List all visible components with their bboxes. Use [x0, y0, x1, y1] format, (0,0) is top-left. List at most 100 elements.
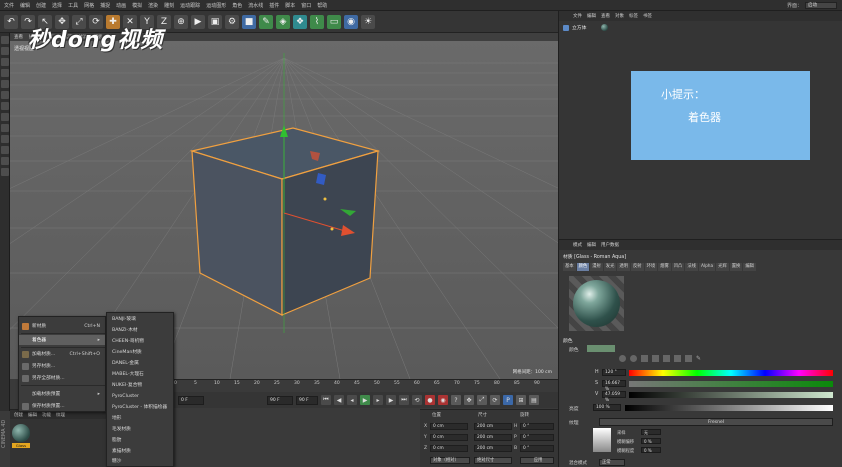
rotation-key-icon[interactable]: ⟳: [490, 395, 500, 405]
material-tag-icon[interactable]: [601, 24, 608, 31]
autokey-icon[interactable]: ◉: [438, 395, 448, 405]
floor-icon[interactable]: ▭: [327, 14, 341, 29]
material-menu-edit[interactable]: 编辑: [28, 412, 37, 418]
hue-slider[interactable]: [629, 370, 833, 376]
menu-animate[interactable]: 动画: [116, 2, 126, 9]
menu-tools[interactable]: 工具: [68, 2, 78, 9]
submenu-item[interactable]: CineMan材质: [107, 348, 173, 358]
saturation-field[interactable]: 16.667 %: [602, 380, 626, 392]
menu-item-shader[interactable]: 着色器 ▸: [19, 335, 105, 345]
coord-system-icon[interactable]: ⊕: [174, 14, 188, 29]
goto-start-icon[interactable]: ⏮: [321, 395, 331, 405]
tab-transparency[interactable]: 透明: [617, 263, 630, 271]
rgb-icon[interactable]: [652, 355, 659, 362]
blend-mode-select[interactable]: 正常: [599, 459, 625, 466]
menu-script[interactable]: 脚本: [285, 2, 295, 9]
polygons-mode-icon[interactable]: [1, 102, 9, 110]
subdivision-icon[interactable]: ◈: [276, 14, 290, 29]
texture-mode-icon[interactable]: [1, 58, 9, 66]
object-menu-view[interactable]: 查看: [601, 13, 610, 19]
submenu-item[interactable]: DANEL-金属: [107, 359, 173, 369]
object-menu-edit[interactable]: 编辑: [587, 13, 596, 19]
tab-diffusion[interactable]: 漫射: [590, 263, 603, 271]
make-editable-icon[interactable]: [1, 36, 9, 44]
hue-field[interactable]: 120 °: [602, 369, 626, 376]
menu-simulate[interactable]: 模拟: [132, 2, 142, 9]
menu-select[interactable]: 选择: [52, 2, 62, 9]
spectrum-icon[interactable]: [630, 355, 637, 362]
pos-y-field[interactable]: 0 cm: [430, 434, 468, 441]
menu-create[interactable]: 创建: [36, 2, 46, 9]
max-frame-field[interactable]: 90 F: [296, 395, 318, 405]
array-icon[interactable]: ❖: [293, 14, 307, 29]
size-z-field[interactable]: 200 cm: [474, 445, 512, 452]
snap-icon[interactable]: [1, 135, 9, 143]
tab-normal[interactable]: 法线: [685, 263, 698, 271]
render-picture-viewer-icon[interactable]: ▣: [208, 14, 222, 29]
kelvin-icon[interactable]: [674, 355, 681, 362]
tab-alpha[interactable]: Alpha: [698, 263, 716, 271]
prev-key-icon[interactable]: ◀: [334, 395, 344, 405]
render-settings-icon[interactable]: ⚙: [225, 14, 239, 29]
menu-plugins[interactable]: 插件: [269, 2, 279, 9]
timeline-window-icon[interactable]: ▤: [529, 395, 539, 405]
menu-window[interactable]: 窗口: [301, 2, 311, 9]
material-name-label[interactable]: Glass: [12, 443, 30, 448]
tab-reflectance[interactable]: 反射: [630, 263, 644, 271]
blur-scale-field[interactable]: 0 %: [641, 447, 661, 453]
saturation-slider[interactable]: [629, 381, 833, 387]
rot-b-field[interactable]: 0 °: [520, 445, 554, 452]
camera-icon[interactable]: ◉: [344, 14, 358, 29]
material-menu-create[interactable]: 创建: [14, 412, 23, 418]
eyedropper-icon[interactable]: ✎: [696, 355, 703, 362]
menu-snap[interactable]: 捕捉: [100, 2, 110, 9]
tweak-mode-icon[interactable]: [1, 124, 9, 132]
object-menu-tags[interactable]: 标签: [629, 13, 638, 19]
position-key-icon[interactable]: ✥: [464, 395, 474, 405]
record-icon[interactable]: ●: [425, 395, 435, 405]
menu-item-save-material[interactable]: 另存材质...: [19, 361, 105, 371]
scale-key-icon[interactable]: ⤢: [477, 395, 487, 405]
current-frame-field[interactable]: 0 F: [178, 395, 204, 405]
attr-menu-edit[interactable]: 编辑: [587, 242, 596, 248]
timeline-ruler[interactable]: 0 5 10 15 20 25 30 35 40 45 50 55 60 65 …: [170, 379, 558, 390]
apply-button[interactable]: 应用: [520, 457, 554, 464]
parameter-key-icon[interactable]: P: [503, 395, 513, 405]
tab-luminance[interactable]: 发光: [603, 263, 617, 271]
value-field[interactable]: 47.059 %: [602, 391, 626, 403]
menu-item-save-all-materials[interactable]: 另存全部材质...: [19, 373, 105, 383]
picture-icon[interactable]: [641, 355, 648, 362]
menu-item-save-preset[interactable]: 保存材质预置...: [19, 401, 105, 411]
menu-motion-tracking[interactable]: 运动跟踪: [180, 2, 200, 9]
submenu-item[interactable]: MABEL-大理石: [107, 370, 173, 380]
layout-select[interactable]: 启动: [805, 2, 837, 9]
submenu-item[interactable]: 糖沙: [107, 457, 173, 467]
menu-item-load-preset[interactable]: 加载材质预置 ▸: [19, 389, 105, 399]
submenu-item[interactable]: 素描材质: [107, 447, 173, 457]
mixer-icon[interactable]: [685, 355, 692, 362]
pen-icon[interactable]: ✎: [259, 14, 273, 29]
menu-edit[interactable]: 编辑: [20, 2, 30, 9]
size-mode-select[interactable]: 绝对尺寸: [474, 457, 512, 464]
menu-help[interactable]: 帮助: [317, 2, 327, 9]
glass-material-thumbnail[interactable]: [12, 424, 30, 442]
coord-mode-select[interactable]: 对象（相对）: [430, 457, 470, 464]
cube-icon[interactable]: ■: [242, 14, 256, 29]
object-menu-objects[interactable]: 对象: [615, 13, 624, 19]
points-mode-icon[interactable]: [1, 80, 9, 88]
prev-frame-icon[interactable]: ◂: [347, 395, 357, 405]
menu-render[interactable]: 渲染: [148, 2, 158, 9]
submenu-item[interactable]: BANZI-木材: [107, 326, 173, 336]
brightness-field[interactable]: 100 %: [593, 404, 621, 411]
pos-x-field[interactable]: 0 cm: [430, 423, 468, 430]
pla-key-icon[interactable]: ⊞: [516, 395, 526, 405]
tab-color[interactable]: 颜色: [576, 263, 590, 271]
menu-mograph[interactable]: 运动图形: [206, 2, 226, 9]
solo-icon[interactable]: [1, 168, 9, 176]
play-icon[interactable]: ▶: [360, 395, 370, 405]
deformer-icon[interactable]: ⌇: [310, 14, 324, 29]
edges-mode-icon[interactable]: [1, 91, 9, 99]
value-slider[interactable]: [629, 392, 833, 398]
menu-sculpt[interactable]: 雕刻: [164, 2, 174, 9]
menu-character[interactable]: 角色: [232, 2, 242, 9]
